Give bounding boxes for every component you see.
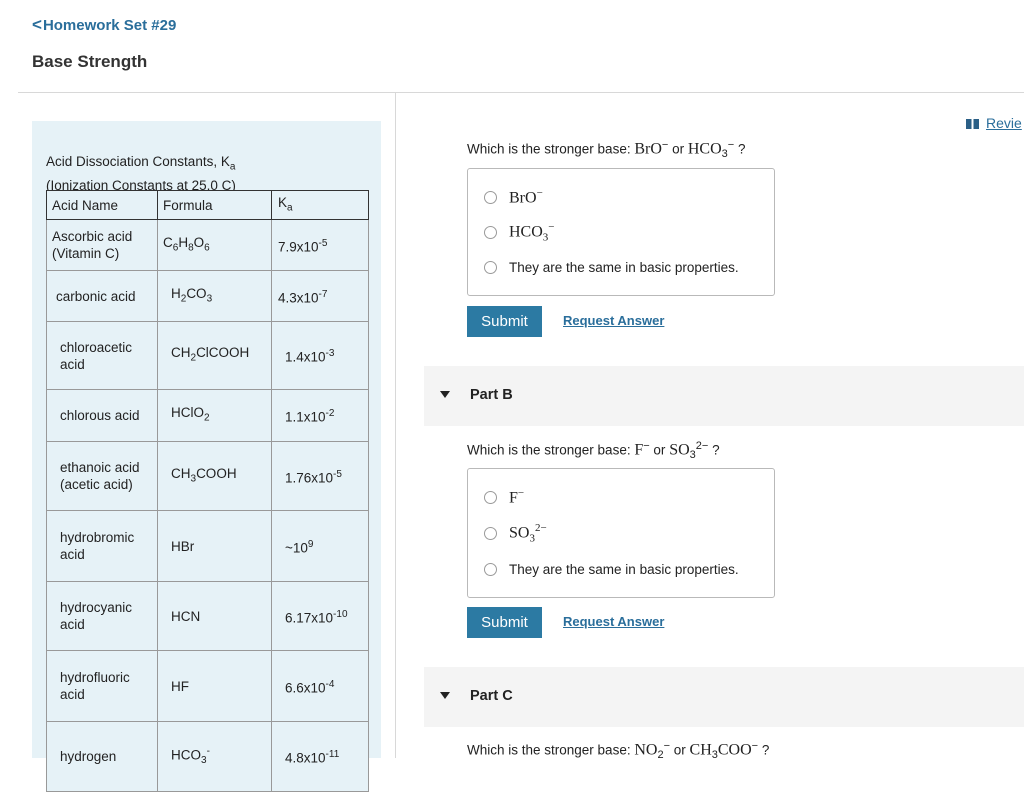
ka-value-cell: 4.8x10-11: [285, 749, 340, 766]
acid-name-cell: hydrocyanic acid: [60, 600, 133, 632]
header-divider: [18, 92, 1024, 93]
ka-table-row: hydrogen HCO3- 4.8x10-11: [46, 721, 369, 792]
ka-value-cell: 4.3x10-7: [278, 288, 328, 306]
part-b-option-2[interactable]: SO32−: [484, 522, 547, 544]
ka-value-cell: ~109: [285, 538, 314, 556]
ka-value-cell: 6.6x10-4: [285, 678, 335, 696]
back-to-homework-link[interactable]: <Homework Set #29: [32, 15, 176, 35]
acid-name-cell: hydrogen: [60, 749, 117, 764]
ka-table-row: carbonic acid H2CO3 4.3x10-7: [46, 270, 369, 322]
ka-value-cell: 1.4x10-3: [285, 348, 335, 365]
acid-name-cell: hydrobromic acid: [60, 530, 135, 562]
formula-cell: HBr: [171, 538, 195, 554]
ka-value-cell: 6.17x10-10: [285, 608, 348, 626]
back-link-label: Homework Set #29: [42, 17, 177, 34]
formula-cell: CH3COOH: [171, 465, 237, 485]
part-a-option-1[interactable]: BrO−: [484, 187, 543, 207]
radio-button[interactable]: [484, 225, 497, 239]
ka-table: Acid Name Formula Ka Ascorbic acid (Vita…: [46, 190, 369, 792]
acid-name-cell: chlorous acid: [60, 408, 140, 423]
ka-table-row: hydrocyanic acid HCN 6.17x10-10: [46, 581, 369, 651]
part-b-submit-button[interactable]: Submit: [467, 607, 542, 638]
part-a-options: BrO− HCO3− They are the same in basic pr…: [467, 168, 775, 296]
radio-button[interactable]: [484, 260, 497, 274]
header-formula: Formula: [163, 197, 213, 213]
ka-table-row: hydrobromic acid HBr ~109: [46, 510, 369, 582]
ka-value-cell: 1.76x10-5: [285, 468, 342, 486]
header-acid-name: Acid Name: [52, 197, 119, 213]
review-link[interactable]: Revie: [966, 115, 1022, 131]
formula-cell: C6H8O6: [163, 234, 210, 254]
part-b-option-1[interactable]: F−: [484, 487, 524, 507]
ka-table-row: Ascorbic acid (Vitamin C) C6H8O6 7.9x10-5: [46, 219, 369, 271]
acid-name-cell: ethanoic acid (acetic acid): [60, 460, 140, 492]
part-a-submit-button[interactable]: Submit: [467, 306, 542, 337]
ka-value-cell: 7.9x10-5: [278, 237, 328, 255]
part-c-label: Part C: [470, 688, 513, 704]
header-ka: Ka: [278, 194, 293, 214]
collapse-triangle-icon: [440, 692, 450, 699]
radio-button[interactable]: [484, 190, 497, 204]
formula-cell: HCO3-: [171, 746, 210, 767]
acid-name-cell: Ascorbic acid (Vitamin C): [52, 229, 133, 261]
page-title: Base Strength: [32, 52, 148, 71]
formula-cell: HF: [171, 678, 189, 694]
ka-title-sub: a: [229, 161, 236, 173]
part-b-options: F− SO32− They are the same in basic prop…: [467, 468, 775, 598]
part-a-option-2[interactable]: HCO3−: [484, 221, 555, 243]
formula-cell: HCN: [171, 608, 201, 624]
acid-name-cell: hydrofluoric acid: [60, 670, 130, 702]
ka-value-cell: 1.1x10-2: [285, 408, 335, 425]
ka-title-line1: Acid Dissociation Constants, K: [46, 154, 230, 169]
radio-button[interactable]: [484, 490, 497, 504]
ka-table-row: ethanoic acid (acetic acid) CH3COOH 1.76x1…: [46, 441, 369, 511]
acid-name-cell: chloroacetic acid: [60, 339, 133, 372]
column-divider: [395, 93, 396, 758]
ka-table-row: hydrofluoric acid HF 6.6x10-4: [46, 650, 369, 722]
part-b-option-3[interactable]: They are the same in basic properties.: [484, 559, 739, 579]
part-b-header[interactable]: Part B: [424, 366, 1024, 426]
part-a-question: Which is the stronger base: BrO− or HCO3…: [467, 139, 746, 161]
part-a-request-answer-link[interactable]: Request Answer: [563, 313, 664, 328]
radio-button[interactable]: [484, 562, 497, 576]
ka-table-row: chlorous acid HClO2 1.1x10-2: [46, 389, 369, 442]
formula-cell: H2CO3: [171, 285, 213, 305]
part-c-question: Which is the stronger base: NO2− or CH3C…: [467, 740, 770, 762]
chevron-left-icon: <: [32, 15, 42, 34]
ka-table-title: Acid Dissociation Constants, Ka (Ionizat…: [46, 153, 236, 195]
review-label: Revie: [986, 115, 1022, 131]
part-c-header[interactable]: Part C: [424, 667, 1024, 727]
formula-cell: HClO2: [171, 405, 210, 424]
collapse-triangle-icon: [440, 391, 450, 398]
book-icon: [966, 119, 979, 129]
acid-name-cell: carbonic acid: [56, 288, 136, 304]
ka-table-header: Acid Name Formula Ka: [46, 190, 369, 220]
part-b-label: Part B: [470, 387, 513, 403]
radio-button[interactable]: [484, 526, 497, 540]
part-b-question: Which is the stronger base: F− or SO32− …: [467, 440, 720, 462]
part-a-option-3[interactable]: They are the same in basic properties.: [484, 257, 739, 277]
ka-table-row: chloroacetic acid CH2ClCOOH 1.4x10-3: [46, 321, 369, 390]
formula-cell: CH2ClCOOH: [171, 345, 250, 364]
part-b-request-answer-link[interactable]: Request Answer: [563, 614, 664, 629]
